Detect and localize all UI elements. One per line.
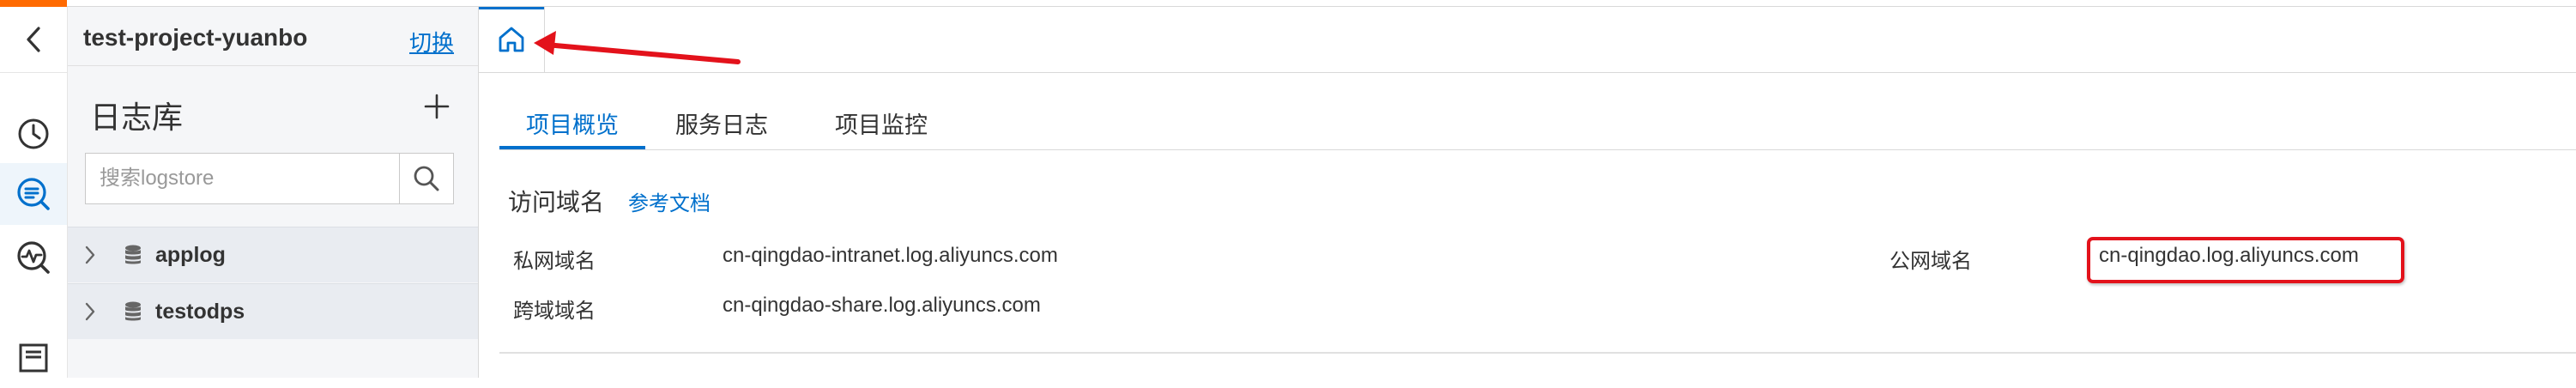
logstore-panel-title: 日志库 [90, 100, 184, 135]
annotation-highlight-box [2087, 237, 2404, 283]
chevron-right-icon[interactable] [83, 245, 106, 265]
project-name: test-project-yuanbo [83, 24, 308, 51]
section-divider [499, 352, 2576, 354]
public-domain-label: 公网域名 [1890, 250, 1972, 273]
logstore-name: testodps [155, 299, 245, 324]
back-button[interactable] [0, 7, 67, 73]
dashboard-icon [19, 343, 48, 373]
search-icon [414, 166, 439, 191]
cross-domain-label: 跨域域名 [513, 300, 596, 323]
brand-accent [0, 0, 67, 7]
cross-domain-value: cn-qingdao-share.log.aliyuncs.com [723, 294, 1041, 317]
add-logstore-button[interactable] [420, 89, 454, 124]
tab-project-overview[interactable]: 项目概览 [499, 101, 645, 149]
private-domain-value: cn-qingdao-intranet.log.aliyuncs.com [723, 244, 1058, 267]
logstore-panel: test-project-yuanbo 切换 日志库 applog testod… [68, 7, 479, 378]
switch-project-link[interactable]: 切换 [409, 26, 454, 58]
rail-item-history[interactable] [0, 103, 67, 165]
rail-item-monitor[interactable] [0, 227, 67, 288]
chevron-right-icon[interactable] [83, 301, 106, 322]
section-title: 访问域名 [508, 189, 605, 215]
icon-rail [0, 7, 68, 378]
logstore-name: applog [155, 242, 226, 267]
logstore-search-input[interactable] [86, 154, 399, 203]
database-icon [124, 245, 145, 265]
tab-project-monitor[interactable]: 项目监控 [825, 101, 937, 149]
tab-service-logs[interactable]: 服务日志 [666, 101, 777, 149]
logstore-search [85, 153, 454, 204]
log-search-icon [17, 178, 50, 210]
search-button[interactable] [399, 154, 453, 203]
top-header-strip [0, 0, 2576, 7]
rail-item-dashboard[interactable] [0, 326, 67, 388]
private-domain-label: 私网域名 [513, 250, 596, 273]
overview-tabs: 项目概览 服务日志 项目监控 [499, 101, 2576, 150]
logstore-item-applog[interactable]: applog [68, 227, 478, 282]
database-icon [124, 301, 145, 322]
monitor-search-icon [17, 241, 50, 274]
clock-icon [18, 118, 49, 149]
home-tab[interactable] [479, 7, 545, 72]
plus-icon [424, 94, 450, 119]
reference-doc-link[interactable]: 参考文档 [628, 186, 711, 216]
rail-item-logstore[interactable] [0, 163, 67, 225]
panel-divider [68, 65, 478, 66]
workspace-tabbar [479, 7, 2576, 73]
logstore-item-testodps[interactable]: testodps [68, 283, 478, 339]
home-icon [499, 27, 524, 52]
back-icon [27, 27, 40, 52]
